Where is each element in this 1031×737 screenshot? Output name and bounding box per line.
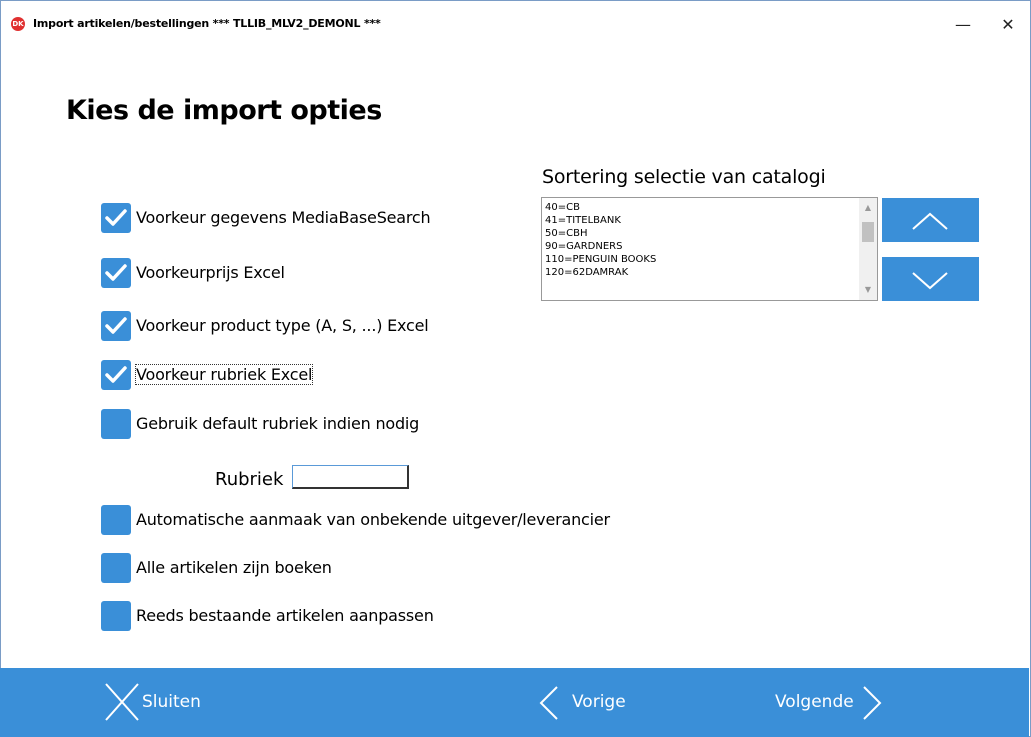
checkbox-auto-uitgever[interactable] <box>101 505 131 535</box>
rubriek-label: Rubriek <box>215 469 284 490</box>
scroll-down-icon[interactable]: ▼ <box>859 282 877 298</box>
check-icon <box>105 264 127 281</box>
scrollbar-thumb[interactable] <box>862 222 874 242</box>
checkbox-mediabasesearch[interactable] <box>101 203 131 233</box>
move-down-button[interactable] <box>882 257 979 301</box>
chevron-up-icon <box>912 212 948 230</box>
window: DK Import artikelen/bestellingen *** TLL… <box>0 0 1031 737</box>
chevron-down-icon <box>912 272 948 290</box>
option-label: Voorkeurprijs Excel <box>136 263 285 282</box>
sort-title: Sortering selectie van catalogi <box>542 166 826 188</box>
list-item[interactable]: 110=PENGUIN BOOKS <box>545 253 656 266</box>
option-label: Alle artikelen zijn boeken <box>136 558 332 577</box>
option-label: Automatische aanmaak van onbekende uitge… <box>136 510 610 529</box>
app-icon: DK <box>11 17 25 31</box>
checkbox-product-type[interactable] <box>101 311 131 341</box>
checkbox-voorkeurprijs[interactable] <box>101 258 131 288</box>
sluiten-button[interactable]: Sluiten <box>100 668 210 737</box>
option-label: Voorkeur rubriek Excel <box>134 364 314 385</box>
page-title: Kies de import opties <box>66 95 382 126</box>
option-label: Voorkeur product type (A, S, ...) Excel <box>136 316 429 335</box>
list-item[interactable]: 40=CB <box>545 201 656 214</box>
rubriek-input[interactable] <box>292 465 409 489</box>
window-title: Import artikelen/bestellingen *** TLLIB_… <box>33 17 381 30</box>
list-item[interactable]: 50=CBH <box>545 227 656 240</box>
checkbox-bestaande-aanpassen[interactable] <box>101 601 131 631</box>
volgende-label: Volgende <box>775 692 854 712</box>
close-window-button[interactable]: ✕ <box>986 11 1030 39</box>
move-up-button[interactable] <box>882 198 979 242</box>
option-label: Reeds bestaande artikelen aanpassen <box>136 606 434 625</box>
checkbox-default-rubriek[interactable] <box>101 409 131 439</box>
minimize-button[interactable]: — <box>941 11 985 39</box>
option-label: Gebruik default rubriek indien nodig <box>136 414 420 433</box>
checkbox-rubriek-excel[interactable] <box>101 360 131 390</box>
chevron-left-icon <box>539 686 558 720</box>
catalog-listbox[interactable]: 40=CB 41=TITELBANK 50=CBH 90=GARDNERS 11… <box>541 197 878 301</box>
title-bar: DK Import artikelen/bestellingen *** TLL… <box>1 1 1030 47</box>
option-label: Voorkeur gegevens MediaBaseSearch <box>136 208 431 227</box>
check-icon <box>105 366 127 383</box>
checkbox-alle-boeken[interactable] <box>101 553 131 583</box>
list-item[interactable]: 90=GARDNERS <box>545 240 656 253</box>
listbox-scrollbar[interactable]: ▲ ▼ <box>859 198 877 300</box>
volgende-button[interactable]: Volgende <box>775 668 882 737</box>
check-icon <box>105 317 127 334</box>
footer-bar: Sluiten Vorige Volgende <box>0 668 1029 737</box>
x-icon <box>105 683 139 721</box>
vorige-button[interactable]: Vorige <box>537 668 637 737</box>
list-item[interactable]: 41=TITELBANK <box>545 214 656 227</box>
chevron-right-icon <box>863 686 882 720</box>
vorige-label: Vorige <box>572 692 626 712</box>
check-icon <box>105 209 127 226</box>
sluiten-label: Sluiten <box>142 692 201 712</box>
scroll-up-icon[interactable]: ▲ <box>859 200 877 216</box>
list-item[interactable]: 120=62DAMRAK <box>545 266 656 279</box>
